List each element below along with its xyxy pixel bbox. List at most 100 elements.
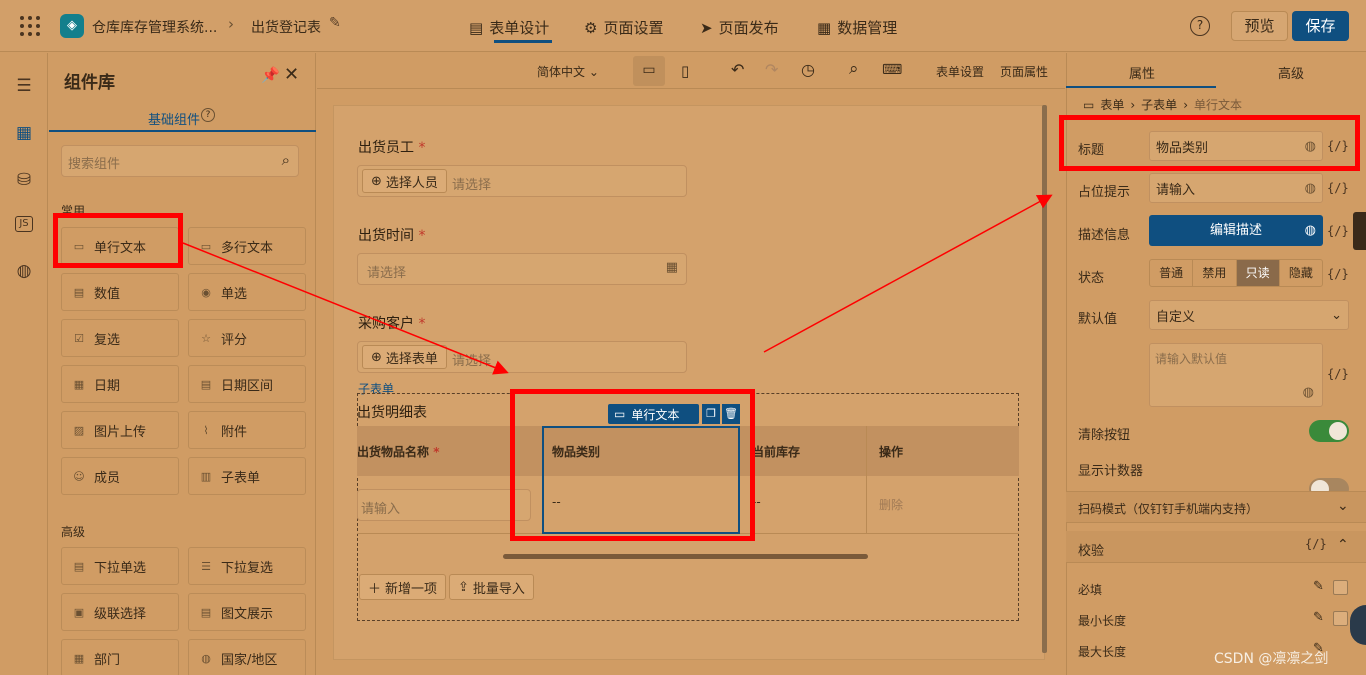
batch-import-button[interactable]: ⇪ 批量导入 <box>449 574 534 600</box>
code-icon[interactable]: {/} <box>1305 537 1327 551</box>
keyboard-icon[interactable]: ⌨ <box>882 62 902 78</box>
min-length-checkbox[interactable] <box>1333 611 1348 626</box>
edit-icon[interactable]: ✎ <box>1313 579 1324 594</box>
comp-radio[interactable]: ◉ 单选 <box>188 273 306 311</box>
scan-mode-label: 扫码模式（仅钉钉手机端内支持） <box>1078 502 1259 516</box>
form-settings-link[interactable]: 表单设置 <box>936 63 984 80</box>
chevron-up-icon[interactable]: ⌃ <box>1337 537 1349 553</box>
mobile-view-icon[interactable]: ▯ <box>681 62 689 80</box>
description-label: 描述信息 <box>1078 228 1131 243</box>
pin-icon[interactable]: 📌 <box>261 66 280 84</box>
code-icon[interactable]: {/} <box>1327 367 1349 381</box>
tab-data-manage[interactable]: ▦ 数据管理 <box>817 17 897 38</box>
required-checkbox[interactable] <box>1333 580 1348 595</box>
placeholder-label: 占位提示 <box>1078 185 1131 200</box>
comp-dropdown-multi[interactable]: ☰ 下拉复选 <box>188 547 306 585</box>
row-delete-link[interactable]: 删除 <box>879 496 903 513</box>
tab-basic-components[interactable]: 基础组件 <box>148 109 200 128</box>
code-icon[interactable]: {/} <box>1327 224 1349 238</box>
tab-properties[interactable]: 属性 <box>1129 63 1155 82</box>
chevron-down-icon: ⌄ <box>588 65 599 79</box>
star-icon: ☆ <box>201 331 211 345</box>
comp-attachment[interactable]: ⌇ 附件 <box>188 411 306 449</box>
state-segmented[interactable]: 普通 禁用 只读 隐藏 <box>1149 259 1323 287</box>
calendar-range-icon: ▤ <box>200 377 212 391</box>
side-handle[interactable] <box>1353 212 1366 250</box>
help-small-icon[interactable]: ? <box>201 108 215 122</box>
history-icon[interactable]: ◷ <box>801 60 815 79</box>
tab-page-publish[interactable]: ➤ 页面发布 <box>700 17 779 38</box>
comp-department[interactable]: ▦ 部门 <box>61 639 179 675</box>
subform-hscrollbar[interactable] <box>503 554 868 559</box>
state-readonly[interactable]: 只读 <box>1236 260 1279 286</box>
preview-button[interactable]: 预览 <box>1231 11 1288 41</box>
comp-cascade[interactable]: ▣ 级联选择 <box>61 593 179 631</box>
app-name[interactable]: 仓库库存管理系统... <box>92 17 217 37</box>
calendar-icon: ▦ <box>73 377 85 391</box>
desktop-view-icon[interactable]: ▭ <box>633 56 665 86</box>
comp-rich-display[interactable]: ▤ 图文展示 <box>188 593 306 631</box>
highlight-source-box <box>53 213 183 268</box>
tab-page-settings[interactable]: ⚙ 页面设置 <box>584 17 663 38</box>
subform-title: 出货明细表 <box>357 405 427 421</box>
default-value-textarea[interactable]: 请输入默认值 ◍ <box>1149 343 1323 407</box>
field-label-employee: 出货员工 * <box>358 140 426 156</box>
code-icon[interactable]: {/} <box>1327 267 1349 281</box>
language-select[interactable]: 简体中文 ⌄ <box>537 63 599 80</box>
select-person-button[interactable]: ⊕ 选择人员 <box>362 169 447 193</box>
apps-grid-icon[interactable] <box>20 16 40 36</box>
send-icon: ➤ <box>700 18 713 37</box>
comp-member[interactable]: ☺ 成员 <box>61 457 179 495</box>
comp-date-range[interactable]: ▤ 日期区间 <box>188 365 306 403</box>
state-normal[interactable]: 普通 <box>1150 260 1194 286</box>
edit-icon[interactable]: ✎ <box>329 15 341 31</box>
row-item-name-input[interactable]: 请输入 <box>357 489 531 521</box>
comp-image-upload[interactable]: ▨ 图片上传 <box>61 411 179 449</box>
select-form-button[interactable]: ⊕ 选择表单 <box>362 345 447 369</box>
state-hidden[interactable]: 隐藏 <box>1278 260 1322 286</box>
help-icon[interactable]: ? <box>1190 16 1210 36</box>
page-name[interactable]: 出货登记表 <box>251 17 321 37</box>
code-icon[interactable]: {/} <box>1327 181 1349 195</box>
tab-advanced[interactable]: 高级 <box>1278 63 1304 82</box>
zoom-search-icon[interactable]: ⌕ <box>849 59 859 79</box>
redo-icon[interactable]: ↷ <box>765 60 778 79</box>
canvas-scrollbar[interactable] <box>1042 105 1047 653</box>
js-icon[interactable]: JS <box>15 216 33 232</box>
globe-icon[interactable]: ◍ <box>13 261 35 283</box>
comp-checkbox[interactable]: ☑ 复选 <box>61 319 179 357</box>
comp-number[interactable]: ▤ 数值 <box>61 273 179 311</box>
default-select[interactable]: 自定义 ⌄ <box>1149 300 1349 330</box>
min-length-label: 最小长度 <box>1078 614 1127 628</box>
component-search-input[interactable]: 搜索组件 ⌕ <box>61 145 299 177</box>
outline-icon[interactable]: ☰ <box>13 76 35 98</box>
undo-icon[interactable]: ↶ <box>731 60 744 79</box>
customer-picker[interactable]: ⊕ 选择表单 请选择 <box>357 341 687 373</box>
comp-dropdown-single[interactable]: ▤ 下拉单选 <box>61 547 179 585</box>
comp-multi-text[interactable]: ▭ 多行文本 <box>188 227 306 265</box>
left-icon-bar <box>0 53 48 675</box>
components-icon[interactable]: ▦ <box>13 123 35 145</box>
edit-description-button[interactable]: 编辑描述 ◍ <box>1149 215 1323 246</box>
clear-button-toggle[interactable] <box>1309 420 1349 442</box>
comp-date[interactable]: ▦ 日期 <box>61 365 179 403</box>
save-button[interactable]: 保存 <box>1292 11 1349 41</box>
close-icon[interactable]: ✕ <box>284 64 299 85</box>
edit-icon[interactable]: ✎ <box>1313 610 1324 625</box>
placeholder-input[interactable]: 请输入 ◍ <box>1149 173 1323 203</box>
globe-icon: ◍ <box>1302 385 1314 400</box>
comp-subform[interactable]: ▥ 子表单 <box>188 457 306 495</box>
comp-rating[interactable]: ☆ 评分 <box>188 319 306 357</box>
highlight-target-box <box>510 389 755 541</box>
comp-country[interactable]: ◍ 国家/地区 <box>188 639 306 675</box>
tab-form-design[interactable]: ▤ 表单设计 <box>469 17 549 38</box>
add-item-button[interactable]: ＋新增一项 <box>359 574 447 600</box>
state-disabled[interactable]: 禁用 <box>1193 260 1237 286</box>
list-check-icon: ☰ <box>201 559 211 573</box>
max-length-label: 最大长度 <box>1078 645 1127 659</box>
ship-time-input[interactable]: 请选择 ▦ <box>357 253 687 285</box>
employee-picker[interactable]: ⊕ 选择人员 请选择 <box>357 165 687 197</box>
chevron-down-icon[interactable]: ⌄ <box>1337 498 1349 514</box>
database-icon[interactable]: ⛁ <box>13 170 35 192</box>
page-props-link[interactable]: 页面属性 <box>1000 63 1048 80</box>
